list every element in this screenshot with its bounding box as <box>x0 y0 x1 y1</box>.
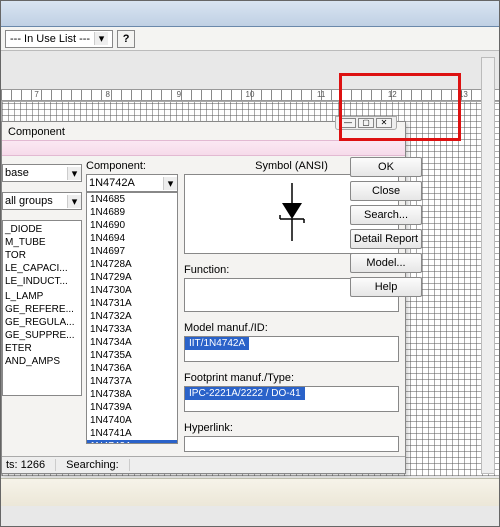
window-titlebar <box>1 1 499 27</box>
component-item[interactable]: 1N4741A <box>87 427 177 440</box>
group-combo-label: all groups <box>5 195 53 207</box>
family-item[interactable] <box>3 368 81 370</box>
component-item[interactable]: 1N4731A <box>87 297 177 310</box>
component-item[interactable]: 1N4742A <box>87 440 177 444</box>
component-item[interactable]: 1N4685 <box>87 193 177 206</box>
component-item[interactable]: 1N4732A <box>87 310 177 323</box>
component-item[interactable]: 1N4697 <box>87 245 177 258</box>
component-value: 1N4742A <box>89 177 135 189</box>
component-count: ts: 1266 <box>6 459 56 471</box>
dialog-status-bar: ts: 1266 Searching: <box>2 456 405 473</box>
component-item[interactable]: 1N4694 <box>87 232 177 245</box>
help-button[interactable]: ? <box>117 30 135 48</box>
hyperlink-label: Hyperlink: <box>184 422 399 434</box>
chevron-down-icon: ▾ <box>163 177 177 190</box>
database-group-column: base ▾ all groups ▾ _DIODEM_TUBETORLE_CA… <box>2 160 82 452</box>
family-item[interactable]: L_LAMP <box>3 290 81 303</box>
family-item[interactable]: GE_SUPPRE... <box>3 329 81 342</box>
chevron-down-icon: ▾ <box>94 32 108 45</box>
family-item[interactable]: _DIODE <box>3 223 81 236</box>
footprint-value: IPC-2221A/2222 / DO-41 <box>185 387 305 400</box>
maximize-icon[interactable]: ▢ <box>358 118 374 128</box>
ok-button[interactable]: OK <box>350 157 422 177</box>
component-item[interactable]: 1N4734A <box>87 336 177 349</box>
detail-report-button[interactable]: Detail Report <box>350 229 422 249</box>
group-combo[interactable]: all groups ▾ <box>2 192 82 210</box>
family-item[interactable]: LE_CAPACI... <box>3 262 81 275</box>
model-manuf-field[interactable]: IIT/1N4742A <box>184 336 399 362</box>
dialog-button-column: OK Close Search... Detail Report Model..… <box>350 157 422 297</box>
chevron-down-icon: ▾ <box>67 167 81 180</box>
family-item[interactable]: M_TUBE <box>3 236 81 249</box>
family-item[interactable]: AND_AMPS <box>3 355 81 368</box>
component-item[interactable]: 1N4740A <box>87 414 177 427</box>
component-item[interactable]: 1N4735A <box>87 349 177 362</box>
close-icon[interactable]: ✕ <box>376 118 392 128</box>
family-item[interactable]: TOR <box>3 249 81 262</box>
component-item[interactable]: 1N4690 <box>87 219 177 232</box>
in-use-list-combo[interactable]: --- In Use List --- ▾ <box>5 30 113 48</box>
footprint-label: Footprint manuf./Type: <box>184 372 399 384</box>
component-column: Component: 1N4742A ▾ 1N46851N46891N46901… <box>86 160 178 452</box>
family-item[interactable]: LE_INDUCT... <box>3 275 81 288</box>
component-item[interactable]: 1N4738A <box>87 388 177 401</box>
component-item[interactable]: 1N4729A <box>87 271 177 284</box>
select-component-dialog: Component base ▾ all groups ▾ _DIODEM_T <box>1 121 406 474</box>
component-item[interactable]: 1N4730A <box>87 284 177 297</box>
component-list[interactable]: 1N46851N46891N46901N46941N46971N4728A1N4… <box>86 192 178 444</box>
component-label: Component: <box>86 160 178 172</box>
family-item[interactable]: ETER <box>3 342 81 355</box>
close-button[interactable]: Close <box>350 181 422 201</box>
dialog-tab-strip <box>2 140 405 156</box>
horizontal-ruler: 78910111213 <box>1 89 499 101</box>
chevron-down-icon: ▾ <box>67 195 81 208</box>
database-combo-label: base <box>5 167 29 179</box>
toolbar: --- In Use List --- ▾ ? <box>1 27 499 51</box>
component-item[interactable]: 1N4737A <box>87 375 177 388</box>
component-item[interactable]: 1N4689 <box>87 206 177 219</box>
component-value-field[interactable]: 1N4742A ▾ <box>86 174 178 192</box>
component-item[interactable]: 1N4728A <box>87 258 177 271</box>
app-status-bar <box>1 478 499 506</box>
dialog-window-controls: — ▢ ✕ <box>335 116 397 130</box>
component-item[interactable]: 1N4733A <box>87 323 177 336</box>
hyperlink-field[interactable] <box>184 436 399 452</box>
vertical-scrollbar[interactable] <box>481 57 495 474</box>
searching-status: Searching: <box>66 459 130 471</box>
model-button[interactable]: Model... <box>350 253 422 273</box>
family-item[interactable]: GE_REFERE... <box>3 303 81 316</box>
component-item[interactable]: 1N4736A <box>87 362 177 375</box>
search-button[interactable]: Search... <box>350 205 422 225</box>
model-manuf-label: Model manuf./ID: <box>184 322 399 334</box>
app-frame: --- In Use List --- ▾ ? 78910111213 — ▢ … <box>0 0 500 527</box>
combo-label: --- In Use List --- <box>10 33 90 45</box>
component-item[interactable]: 1N4739A <box>87 401 177 414</box>
help-dialog-button[interactable]: Help <box>350 277 422 297</box>
family-item[interactable]: GE_REGULA... <box>3 316 81 329</box>
family-list[interactable]: _DIODEM_TUBETORLE_CAPACI...LE_INDUCT... L… <box>2 220 82 396</box>
zener-diode-icon <box>272 183 312 243</box>
model-manuf-value: IIT/1N4742A <box>185 337 249 350</box>
minimize-icon[interactable]: — <box>340 118 356 128</box>
database-combo[interactable]: base ▾ <box>2 164 82 182</box>
footprint-field[interactable]: IPC-2221A/2222 / DO-41 <box>184 386 399 412</box>
